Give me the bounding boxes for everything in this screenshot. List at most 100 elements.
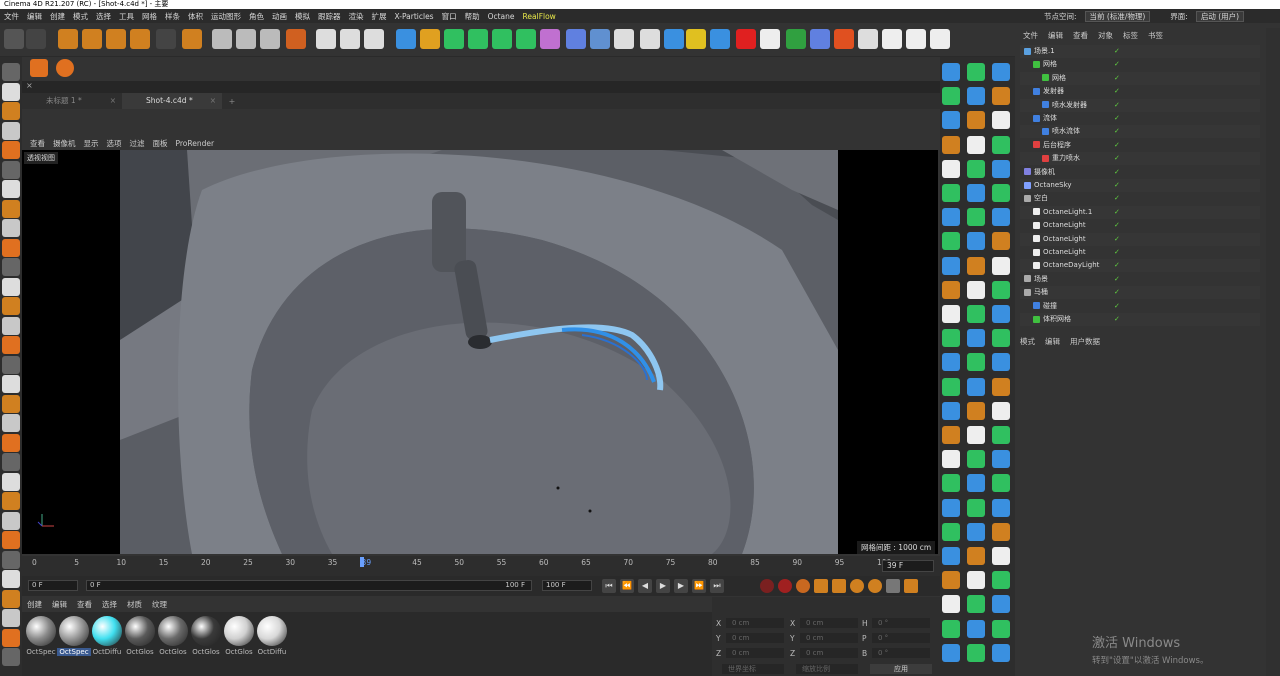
particles-icon[interactable] [834,29,854,49]
left-tool-icon[interactable] [2,550,20,569]
visibility-check-icon[interactable]: ✓ [1114,125,1120,138]
object-row[interactable]: 马桶 ✓ [1020,286,1260,300]
render-queue-icon[interactable] [906,29,926,49]
menu-item[interactable]: X-Particles [391,12,438,21]
menu-item[interactable]: 文件 [0,11,23,22]
coord-field[interactable]: 0 cm [800,648,858,658]
material-menu-item[interactable]: 编辑 [47,599,72,610]
palette-object-icon[interactable] [967,571,985,590]
auto-key-icon[interactable] [778,579,792,593]
visibility-check-icon[interactable]: ✓ [1114,179,1120,192]
left-tool-icon[interactable] [2,492,20,510]
left-tool-icon[interactable] [2,336,20,354]
record-icon[interactable] [760,579,774,593]
palette-object-icon[interactable] [992,571,1010,590]
visibility-check-icon[interactable]: ✓ [1114,72,1120,85]
left-tool-icon[interactable] [2,102,20,120]
close-tab-icon[interactable]: × [110,93,116,109]
visibility-check-icon[interactable]: ✓ [1114,192,1120,205]
visibility-check-icon[interactable]: ✓ [1114,273,1120,286]
close-tab-icon[interactable]: × [210,93,216,109]
material-menu-item[interactable]: 纹理 [147,599,172,610]
next-key-icon[interactable]: ⏩ [692,579,706,593]
object-menu-item[interactable]: 书签 [1143,30,1168,41]
coord-field[interactable]: 0 cm [726,633,784,643]
palette-object-icon[interactable] [967,208,985,227]
palette-object-icon[interactable] [942,547,960,565]
menu-item[interactable]: 工具 [115,11,138,22]
play-icon[interactable]: ▶ [656,579,670,593]
rotate-icon[interactable] [130,29,150,49]
pen-icon[interactable] [420,29,440,49]
material-swatch[interactable] [26,616,56,646]
render-icon[interactable] [858,29,878,49]
palette-object-icon[interactable] [967,256,985,275]
menu-item[interactable]: 扩展 [368,11,391,22]
palette-object-icon[interactable] [992,208,1010,227]
palette-object-icon[interactable] [967,184,985,202]
palette-object-icon[interactable] [942,571,960,590]
palette-object-icon[interactable] [942,184,960,202]
go-to-start-icon[interactable]: ⏮ [602,579,616,593]
palette-object-icon[interactable] [967,498,985,517]
palette-object-icon[interactable] [942,426,960,444]
timeline[interactable]: 0510152025303539455055606570758085909510… [22,556,940,576]
object-row[interactable]: OctaneLight ✓ [1020,246,1260,259]
material-label[interactable]: OctDiffu [90,648,124,656]
visibility-check-icon[interactable]: ✓ [1114,152,1120,165]
palette-object-icon[interactable] [967,595,985,614]
palette-object-icon[interactable] [992,522,1010,541]
palette-object-icon[interactable] [967,547,985,565]
object-menu-item[interactable]: 查看 [1068,30,1093,41]
palette-object-icon[interactable] [992,595,1010,614]
palette-object-icon[interactable] [942,305,960,323]
palette-object-icon[interactable] [942,595,960,614]
palette-object-icon[interactable] [967,450,985,469]
step-back-icon[interactable]: ◀ [638,579,652,593]
palette-object-icon[interactable] [942,474,960,493]
left-tool-icon[interactable] [2,589,20,608]
palette-object-icon[interactable] [942,377,960,396]
menu-item[interactable]: 体积 [184,11,207,22]
scale-key-icon[interactable] [832,579,846,593]
menu-item[interactable]: 创建 [46,11,69,22]
palette-object-icon[interactable] [992,305,1010,323]
palette-object-icon[interactable] [942,353,960,372]
frame-range-slider[interactable]: 0 F 100 F [86,580,532,591]
palette-object-icon[interactable] [942,619,960,638]
coord-field[interactable]: 0 cm [800,618,858,628]
subdivision-icon[interactable] [444,29,464,49]
palette-object-icon[interactable] [942,498,960,517]
end-frame-field[interactable]: 100 F [542,580,592,591]
left-tool-icon[interactable] [2,199,20,218]
object-row[interactable]: 后台程序 ✓ [1020,139,1260,152]
live-viewer-icon[interactable] [736,29,756,49]
visibility-check-icon[interactable]: ✓ [1114,246,1120,259]
palette-object-icon[interactable] [992,256,1010,275]
octane-icon[interactable] [664,29,684,49]
octane-live-icon[interactable] [930,29,950,49]
render-view-icon[interactable] [316,29,336,49]
palette-object-icon[interactable] [992,643,1010,662]
visibility-check-icon[interactable]: ✓ [1114,139,1120,152]
left-tool-icon[interactable] [2,472,20,491]
palette-object-icon[interactable] [967,329,985,348]
menu-item[interactable]: 网格 [138,11,161,22]
attribute-menu-item[interactable]: 模式 [1015,336,1040,347]
palette-object-icon[interactable] [992,547,1010,565]
palette-object-icon[interactable] [992,184,1010,202]
object-row[interactable]: 体积网格 ✓ [1020,313,1260,326]
coord-field[interactable]: 0 cm [800,633,858,643]
object-menu-item[interactable]: 文件 [1018,30,1043,41]
palette-object-icon[interactable] [992,63,1010,81]
palette-object-icon[interactable] [967,619,985,638]
menu-item[interactable]: 选择 [92,11,115,22]
floor-icon[interactable] [590,29,610,49]
menu-item[interactable]: 窗口 [438,11,461,22]
visibility-check-icon[interactable]: ✓ [1114,58,1120,71]
palette-object-icon[interactable] [967,305,985,323]
left-tool-icon[interactable] [2,238,20,257]
visibility-check-icon[interactable]: ✓ [1114,99,1120,112]
pla-key-icon[interactable] [886,579,900,593]
object-menu-item[interactable]: 编辑 [1043,30,1068,41]
